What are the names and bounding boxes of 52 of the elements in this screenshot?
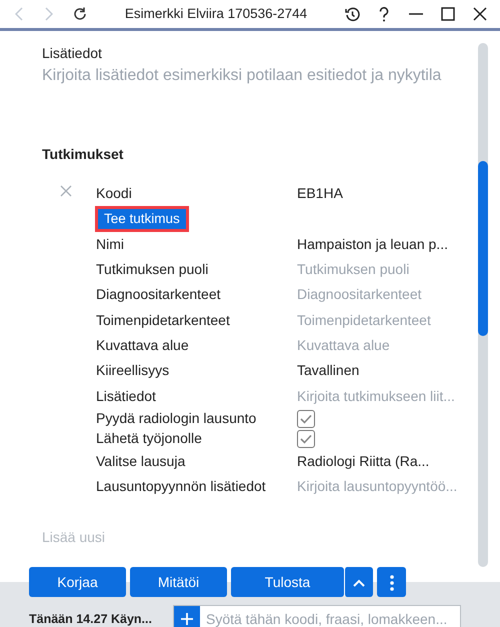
field-label: Koodi [96, 184, 133, 204]
field-label: Tutkimuksen puoli [96, 260, 210, 280]
window-title: Esimerkki Elviira 170536-2744 [124, 4, 308, 23]
plus-icon [180, 612, 194, 626]
input-field[interactable]: Diagnoositarkenteet [297, 284, 422, 306]
field-label: Kuvattava alue [96, 336, 190, 355]
chevron-left-icon [15, 7, 25, 21]
status-text: Tänään 14.27 Käyn... [29, 610, 152, 627]
more-icon [390, 574, 394, 591]
input-field[interactable]: Kirjoita lausuntopyyntöö... [297, 476, 458, 498]
field-label: Lisätiedot [96, 386, 157, 406]
chevron-up-icon [353, 578, 365, 587]
section-title: Tutkimukset [42, 145, 124, 164]
field-label: Lisätiedot [42, 44, 103, 63]
action-button[interactable]: Korjaa [29, 567, 126, 597]
checkbox[interactable] [297, 410, 315, 428]
scrollbar-thumb[interactable] [478, 161, 488, 336]
info-field[interactable]: Kirjoita lisätiedot esimerkiksi potilaan esitiedot ja nykytila [42, 64, 452, 114]
input-field[interactable]: Toimenpidetarkenteet [297, 310, 431, 331]
check-icon [300, 414, 312, 424]
input-field[interactable]: Tutkimuksen puoli [297, 259, 410, 280]
field-value[interactable]: Radiologi Riitta (Ra... [297, 450, 430, 472]
more-button[interactable] [377, 567, 406, 597]
add-button[interactable] [174, 606, 200, 627]
input-field[interactable]: Kirjoita tutkimukseen liit... [297, 386, 455, 407]
check-icon [300, 434, 312, 444]
refresh-icon [73, 7, 87, 21]
field-label: Lausuntopyynnön lisätiedot [96, 477, 267, 496]
maximize-icon [441, 7, 455, 21]
field-label: Lähetä työjonolle [96, 429, 203, 448]
checkbox[interactable] [297, 430, 315, 448]
expand-button[interactable] [344, 567, 373, 597]
chevron-right-icon [43, 7, 53, 21]
field-value[interactable]: Hampaiston ja leuan p... [297, 234, 448, 255]
field-value[interactable]: Tavallinen [297, 360, 360, 382]
minimize-icon [409, 13, 423, 15]
help-icon [379, 6, 389, 22]
field-label: Pyydä radiologin lausunto [96, 409, 258, 428]
field-label: Diagnoositarkenteet [96, 285, 222, 304]
action-button[interactable]: Tee tutkimus [98, 208, 186, 229]
field-label: Toimenpidetarkenteet [96, 310, 231, 330]
field-label: Kiireellisyys [96, 361, 170, 380]
history-icon [344, 6, 360, 22]
close-icon [473, 7, 487, 21]
action-button[interactable]: Tulosta [231, 567, 344, 597]
field-value[interactable]: EB1HA [297, 183, 343, 204]
action-button[interactable]: Mitätöi [130, 567, 227, 597]
input-field[interactable]: Kuvattava alue [297, 334, 390, 356]
search-field[interactable]: Syötä tähän koodi, fraasi, lomakkeen... [172, 605, 461, 627]
field-label: Valitse lausuja [96, 452, 186, 471]
scrollbar[interactable] [478, 43, 488, 567]
field-label: Nimi [96, 234, 125, 254]
